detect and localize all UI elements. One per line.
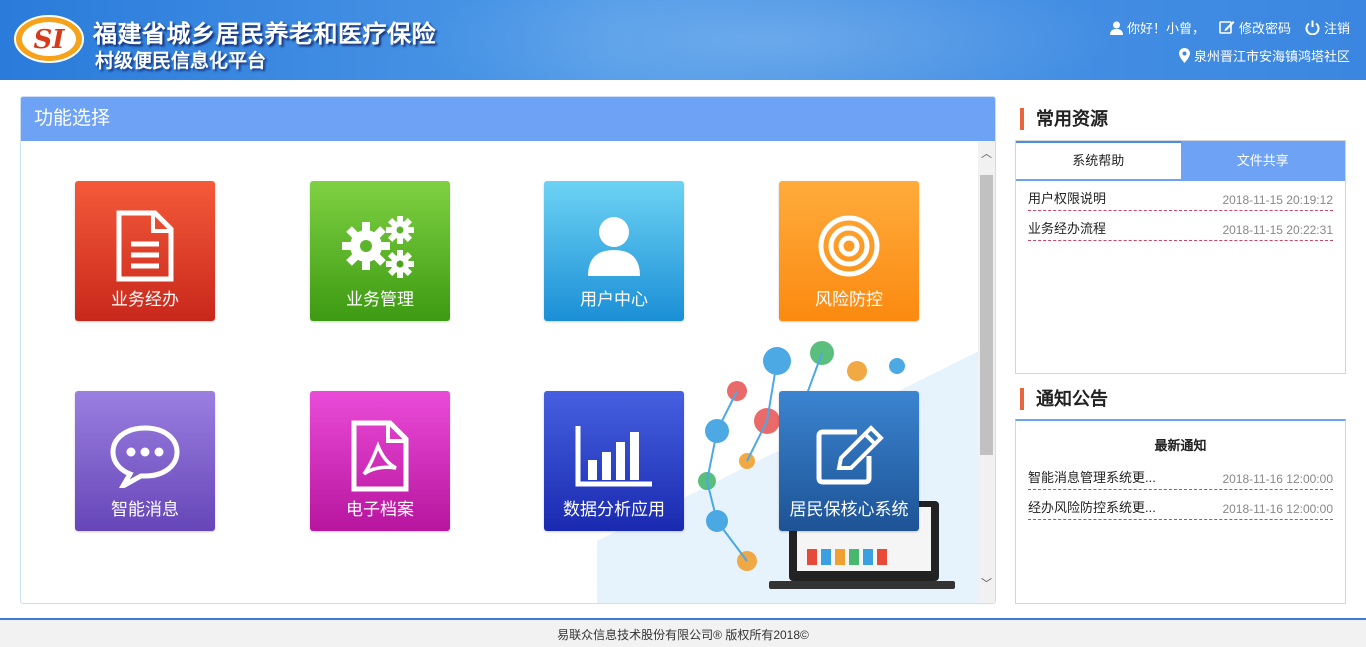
- location: 泉州晋江市安海镇鸿塔社区: [1178, 46, 1350, 65]
- tab-system-help[interactable]: 系统帮助: [1016, 141, 1181, 179]
- item-date: 2018-11-15 20:22:31: [1222, 223, 1333, 237]
- function-panel: 功能选择 业务经办 业务管理 用户中心 风险防控 智能消息 电子档案 数据分析应…: [20, 96, 996, 604]
- svg-text:SI: SI: [34, 25, 66, 55]
- function-scrollbar[interactable]: ︿ ﹀: [978, 141, 995, 603]
- list-item[interactable]: 业务经办流程 2018-11-15 20:22:31: [1028, 211, 1333, 241]
- user-bar: 你好！小曾， 修改密码 注销: [1109, 18, 1350, 37]
- si-logo: SI: [14, 15, 84, 63]
- tab-file-share[interactable]: 文件共享: [1180, 141, 1345, 179]
- item-name: 智能消息管理系统更...: [1028, 470, 1156, 485]
- tile-label: 数据分析应用: [563, 500, 665, 519]
- change-password-label: 修改密码: [1238, 21, 1291, 36]
- edit-icon: [1219, 21, 1235, 34]
- logout-link[interactable]: 注销: [1305, 18, 1350, 37]
- tile-smart-messages[interactable]: 智能消息: [75, 391, 215, 531]
- tile-business-management[interactable]: 业务管理: [310, 181, 450, 321]
- notices-title: 通知公告: [1020, 388, 1108, 410]
- resources-tabs: 系统帮助 文件共享: [1016, 141, 1345, 181]
- item-date: 2018-11-15 20:19:12: [1222, 193, 1333, 207]
- header-decoration: [420, 0, 1120, 80]
- gears-icon: [310, 207, 450, 285]
- tile-label: 用户中心: [580, 290, 648, 309]
- power-icon: [1305, 20, 1320, 35]
- tile-e-archive[interactable]: 电子档案: [310, 391, 450, 531]
- item-name: 业务经办流程: [1028, 221, 1107, 236]
- function-grid: 业务经办 业务管理 用户中心 风险防控 智能消息 电子档案 数据分析应用 居民保…: [21, 141, 979, 603]
- tile-label: 业务管理: [346, 290, 414, 309]
- copyright-text: 易联众信息技术股份有限公司® 版权所有2018©: [557, 628, 809, 642]
- map-pin-icon: [1178, 48, 1190, 63]
- chat-icon: [75, 417, 215, 495]
- greeting-text: 你好！小曾，: [1126, 21, 1205, 36]
- list-item[interactable]: 智能消息管理系统更... 2018-11-16 12:00:00: [1028, 470, 1333, 490]
- tile-user-center[interactable]: 用户中心: [544, 181, 684, 321]
- tile-label: 业务经办: [111, 290, 179, 309]
- app-title: 福建省城乡居民养老和医疗保险: [93, 20, 436, 48]
- tile-label: 居民保核心系统: [789, 500, 909, 519]
- list-item[interactable]: 经办风险防控系统更... 2018-11-16 12:00:00: [1028, 490, 1333, 520]
- header: SI 福建省城乡居民养老和医疗保险 村级便民信息化平台 你好！小曾， 修改密码 …: [0, 0, 1366, 80]
- scroll-up-icon[interactable]: ︿: [980, 147, 993, 161]
- tile-resident-insurance-core[interactable]: 居民保核心系统: [779, 391, 919, 531]
- tile-data-analysis[interactable]: 数据分析应用: [544, 391, 684, 531]
- document-icon: [75, 207, 215, 285]
- footer: 易联众信息技术股份有限公司® 版权所有2018©: [0, 618, 1366, 647]
- scroll-down-icon[interactable]: ﹀: [980, 577, 993, 591]
- resources-list: 用户权限说明 2018-11-15 20:19:12 业务经办流程 2018-1…: [1016, 181, 1345, 241]
- target-icon: [779, 207, 919, 285]
- user-greeting: 你好！小曾，: [1109, 18, 1205, 37]
- notices-list: 智能消息管理系统更... 2018-11-16 12:00:00 经办风险防控系…: [1016, 454, 1345, 520]
- tile-label: 智能消息: [111, 500, 179, 519]
- tile-label: 风险防控: [815, 290, 883, 309]
- tile-label: 电子档案: [346, 500, 414, 519]
- tile-business-handling[interactable]: 业务经办: [75, 181, 215, 321]
- item-date: 2018-11-16 12:00:00: [1222, 502, 1333, 516]
- notices-panel: 最新通知 智能消息管理系统更... 2018-11-16 12:00:00 经办…: [1015, 419, 1346, 604]
- list-item[interactable]: 用户权限说明 2018-11-15 20:19:12: [1028, 191, 1333, 211]
- bar-chart-icon: [544, 417, 684, 495]
- change-password-link[interactable]: 修改密码: [1219, 18, 1291, 37]
- item-name: 用户权限说明: [1028, 191, 1107, 206]
- user-icon: [544, 207, 684, 285]
- resources-title: 常用资源: [1020, 108, 1108, 130]
- item-name: 经办风险防控系统更...: [1028, 500, 1156, 515]
- location-text: 泉州晋江市安海镇鸿塔社区: [1193, 49, 1350, 64]
- tile-risk-control[interactable]: 风险防控: [779, 181, 919, 321]
- user-icon: [1109, 21, 1123, 35]
- function-panel-title: 功能选择: [21, 97, 995, 141]
- notices-heading: 最新通知: [1154, 438, 1207, 453]
- edit-icon: [779, 417, 919, 495]
- pdf-icon: [310, 417, 450, 495]
- app-subtitle: 村级便民信息化平台: [95, 50, 267, 72]
- scrollbar-thumb[interactable]: [980, 175, 993, 455]
- resources-panel: 系统帮助 文件共享 用户权限说明 2018-11-15 20:19:12 业务经…: [1015, 140, 1346, 374]
- logout-label: 注销: [1323, 21, 1350, 36]
- item-date: 2018-11-16 12:00:00: [1222, 472, 1333, 486]
